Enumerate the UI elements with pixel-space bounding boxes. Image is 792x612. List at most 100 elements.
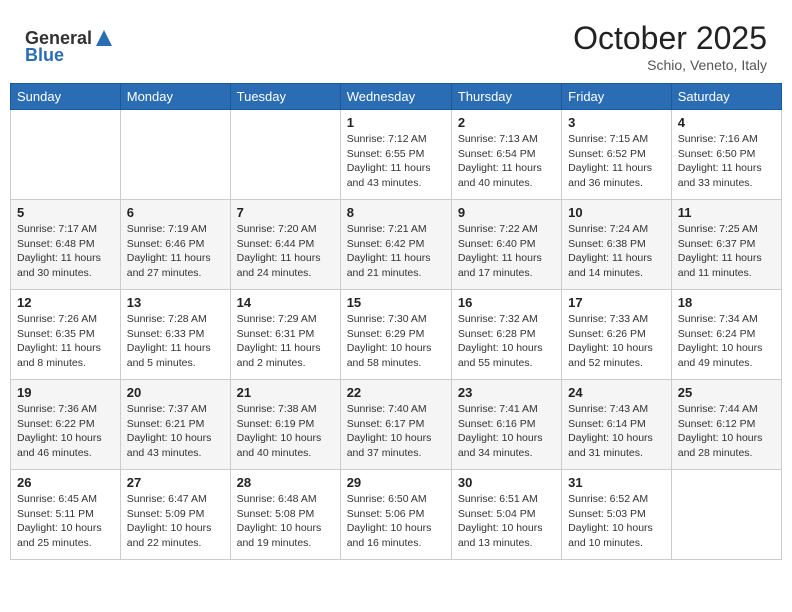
day-number: 27 [127,475,224,490]
day-info: Sunrise: 7:25 AM Sunset: 6:37 PM Dayligh… [678,222,775,281]
calendar-cell: 30 Sunrise: 6:51 AM Sunset: 5:04 PM Dayli… [451,470,561,560]
calendar-cell: 10 Sunrise: 7:24 AM Sunset: 6:38 PM Dayli… [562,200,672,290]
day-number: 5 [17,205,114,220]
day-info: Sunrise: 7:13 AM Sunset: 6:54 PM Dayligh… [458,132,555,191]
calendar-cell [120,110,230,200]
calendar-cell: 17Sunrise: 7:33 AM Sunset: 6:26 PM Dayli… [562,290,672,380]
day-number: 3 [568,115,665,130]
calendar-cell: 27 Sunrise: 6:47 AM Sunset: 5:09 PM Dayli… [120,470,230,560]
day-info: Sunrise: 7:38 AM Sunset: 6:19 PM Dayligh… [237,402,334,461]
day-info: Sunrise: 7:17 AM Sunset: 6:48 PM Dayligh… [17,222,114,281]
day-info: Sunrise: 7:30 AM Sunset: 6:29 PM Dayligh… [347,312,445,371]
day-info: Sunrise: 7:28 AM Sunset: 6:33 PM Dayligh… [127,312,224,371]
calendar-cell: 4 Sunrise: 7:16 AM Sunset: 6:50 PM Daylig… [671,110,781,200]
day-number: 30 [458,475,555,490]
weekday-header-row: SundayMondayTuesdayWednesdayThursdayFrid… [11,84,782,110]
calendar-cell: 22 Sunrise: 7:40 AM Sunset: 6:17 PM Dayli… [340,380,451,470]
calendar-cell: 6 Sunrise: 7:19 AM Sunset: 6:46 PM Daylig… [120,200,230,290]
day-number: 22 [347,385,445,400]
page-header: General Blue October 2025 Schio, Veneto,… [10,10,782,78]
day-number: 9 [458,205,555,220]
calendar-cell: 19 Sunrise: 7:36 AM Sunset: 6:22 PM Dayli… [11,380,121,470]
day-number: 2 [458,115,555,130]
calendar-cell: 26Sunrise: 6:45 AM Sunset: 5:11 PM Dayli… [11,470,121,560]
day-info: Sunrise: 7:22 AM Sunset: 6:40 PM Dayligh… [458,222,555,281]
day-number: 29 [347,475,445,490]
weekday-header: Monday [120,84,230,110]
calendar-cell: 8 Sunrise: 7:21 AM Sunset: 6:42 PM Daylig… [340,200,451,290]
day-info: Sunrise: 7:29 AM Sunset: 6:31 PM Dayligh… [237,312,334,371]
calendar-cell: 23 Sunrise: 7:41 AM Sunset: 6:16 PM Dayli… [451,380,561,470]
day-number: 14 [237,295,334,310]
weekday-header: Tuesday [230,84,340,110]
day-info: Sunrise: 7:15 AM Sunset: 6:52 PM Dayligh… [568,132,665,191]
day-number: 25 [678,385,775,400]
day-info: Sunrise: 7:32 AM Sunset: 6:28 PM Dayligh… [458,312,555,371]
day-number: 8 [347,205,445,220]
calendar-cell: 18 Sunrise: 7:34 AM Sunset: 6:24 PM Dayli… [671,290,781,380]
calendar-cell: 20Sunrise: 7:37 AM Sunset: 6:21 PM Dayli… [120,380,230,470]
calendar-cell: 3 Sunrise: 7:15 AM Sunset: 6:52 PM Daylig… [562,110,672,200]
calendar-cell: 29 Sunrise: 6:50 AM Sunset: 5:06 PM Dayli… [340,470,451,560]
weekday-header: Thursday [451,84,561,110]
calendar-cell [11,110,121,200]
calendar-cell: 25Sunrise: 7:44 AM Sunset: 6:12 PM Dayli… [671,380,781,470]
day-number: 13 [127,295,224,310]
calendar-cell: 15 Sunrise: 7:30 AM Sunset: 6:29 PM Dayli… [340,290,451,380]
calendar-cell: 9 Sunrise: 7:22 AM Sunset: 6:40 PM Daylig… [451,200,561,290]
calendar-week-row: 5 Sunrise: 7:17 AM Sunset: 6:48 PM Daylig… [11,200,782,290]
day-info: Sunrise: 7:36 AM Sunset: 6:22 PM Dayligh… [17,402,114,461]
weekday-header: Saturday [671,84,781,110]
day-info: Sunrise: 7:12 AM Sunset: 6:55 PM Dayligh… [347,132,445,191]
day-number: 28 [237,475,334,490]
day-number: 1 [347,115,445,130]
day-info: Sunrise: 6:51 AM Sunset: 5:04 PM Dayligh… [458,492,555,551]
day-number: 24 [568,385,665,400]
calendar-cell: 14 Sunrise: 7:29 AM Sunset: 6:31 PM Dayli… [230,290,340,380]
logo: General Blue [25,28,114,66]
day-info: Sunrise: 7:41 AM Sunset: 6:16 PM Dayligh… [458,402,555,461]
calendar-week-row: 26Sunrise: 6:45 AM Sunset: 5:11 PM Dayli… [11,470,782,560]
calendar-cell: 11 Sunrise: 7:25 AM Sunset: 6:37 PM Dayli… [671,200,781,290]
calendar-week-row: 19 Sunrise: 7:36 AM Sunset: 6:22 PM Dayli… [11,380,782,470]
weekday-header: Wednesday [340,84,451,110]
day-number: 10 [568,205,665,220]
calendar-cell: 12Sunrise: 7:26 AM Sunset: 6:35 PM Dayli… [11,290,121,380]
day-info: Sunrise: 6:45 AM Sunset: 5:11 PM Dayligh… [17,492,114,551]
calendar-cell: 31 Sunrise: 6:52 AM Sunset: 5:03 PM Dayli… [562,470,672,560]
calendar-week-row: 12Sunrise: 7:26 AM Sunset: 6:35 PM Dayli… [11,290,782,380]
day-info: Sunrise: 7:21 AM Sunset: 6:42 PM Dayligh… [347,222,445,281]
day-number: 4 [678,115,775,130]
day-number: 23 [458,385,555,400]
calendar-cell: 16 Sunrise: 7:32 AM Sunset: 6:28 PM Dayli… [451,290,561,380]
day-number: 11 [678,205,775,220]
day-info: Sunrise: 7:37 AM Sunset: 6:21 PM Dayligh… [127,402,224,461]
day-info: Sunrise: 7:40 AM Sunset: 6:17 PM Dayligh… [347,402,445,461]
day-info: Sunrise: 7:34 AM Sunset: 6:24 PM Dayligh… [678,312,775,371]
day-number: 15 [347,295,445,310]
title-area: October 2025 Schio, Veneto, Italy [573,20,767,73]
calendar-cell: 2 Sunrise: 7:13 AM Sunset: 6:54 PM Daylig… [451,110,561,200]
day-number: 18 [678,295,775,310]
calendar-cell: 24Sunrise: 7:43 AM Sunset: 6:14 PM Dayli… [562,380,672,470]
calendar-week-row: 1 Sunrise: 7:12 AM Sunset: 6:55 PM Daylig… [11,110,782,200]
calendar-cell [671,470,781,560]
day-info: Sunrise: 7:24 AM Sunset: 6:38 PM Dayligh… [568,222,665,281]
day-info: Sunrise: 6:48 AM Sunset: 5:08 PM Dayligh… [237,492,334,551]
calendar-cell [230,110,340,200]
day-info: Sunrise: 7:16 AM Sunset: 6:50 PM Dayligh… [678,132,775,191]
weekday-header: Friday [562,84,672,110]
day-info: Sunrise: 6:52 AM Sunset: 5:03 PM Dayligh… [568,492,665,551]
day-info: Sunrise: 7:20 AM Sunset: 6:44 PM Dayligh… [237,222,334,281]
day-info: Sunrise: 6:47 AM Sunset: 5:09 PM Dayligh… [127,492,224,551]
calendar-cell: 1 Sunrise: 7:12 AM Sunset: 6:55 PM Daylig… [340,110,451,200]
day-info: Sunrise: 7:33 AM Sunset: 6:26 PM Dayligh… [568,312,665,371]
day-number: 19 [17,385,114,400]
day-info: Sunrise: 7:19 AM Sunset: 6:46 PM Dayligh… [127,222,224,281]
day-number: 31 [568,475,665,490]
calendar-cell: 28 Sunrise: 6:48 AM Sunset: 5:08 PM Dayli… [230,470,340,560]
day-info: Sunrise: 6:50 AM Sunset: 5:06 PM Dayligh… [347,492,445,551]
day-number: 6 [127,205,224,220]
day-number: 16 [458,295,555,310]
day-number: 12 [17,295,114,310]
